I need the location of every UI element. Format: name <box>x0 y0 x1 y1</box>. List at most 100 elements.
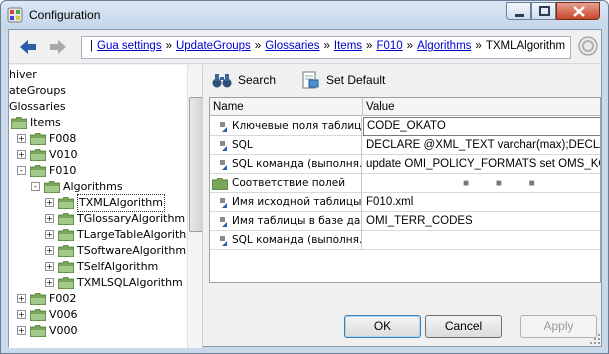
breadcrumb-item[interactable]: UpdateGroups <box>176 40 251 52</box>
folder-icon <box>30 325 46 337</box>
property-value-cell[interactable] <box>363 231 600 250</box>
forward-arrow-icon[interactable] <box>47 36 69 58</box>
tree-item[interactable]: - F010 <box>9 163 187 179</box>
expand-icon[interactable]: + <box>45 230 54 239</box>
scrollbar-thumb[interactable] <box>189 97 202 232</box>
property-value-cell[interactable]: CODE_OKATO <box>363 117 600 136</box>
breadcrumb-item[interactable]: F010 <box>376 40 402 52</box>
apply-button[interactable]: Apply <box>520 315 597 338</box>
minimize-icon <box>515 14 524 17</box>
expand-icon[interactable]: + <box>17 310 26 319</box>
expand-icon[interactable]: + <box>17 150 26 159</box>
expand-icon[interactable]: + <box>45 246 54 255</box>
minimize-button[interactable] <box>506 2 531 20</box>
tree-item-label: V006 <box>49 308 78 321</box>
property-value-cell[interactable]: DECLARE @XML_TEXT varchar(max);DECLAR… <box>363 136 600 155</box>
tree-item[interactable]: + F008 <box>9 131 187 147</box>
property-grid[interactable]: Name Value Ключевые поля таблиц… CODE_OKA… <box>209 97 601 283</box>
property-icon <box>220 122 227 132</box>
property-row[interactable]: SQL команда (выполня… update OMI_POLICY_F… <box>210 155 600 174</box>
tree-item-label: hiver <box>9 68 37 81</box>
collapse-icon[interactable]: - <box>17 166 26 175</box>
property-row[interactable]: Имя таблицы в базе да… OMI_TERR_CODES <box>210 212 600 231</box>
expand-icon[interactable]: + <box>45 198 54 207</box>
property-row[interactable]: Соответствие полей ■ ■ ■ <box>210 174 600 193</box>
folder-icon <box>58 213 74 225</box>
resize-grip-icon[interactable] <box>589 333 601 345</box>
search-button[interactable]: Search <box>212 69 282 91</box>
expand-icon[interactable]: + <box>17 134 26 143</box>
breadcrumb-item[interactable]: Glossaries <box>265 40 319 52</box>
tree-item[interactable]: + TGlossaryAlgorithm <box>9 211 187 227</box>
tree-item-label: F010 <box>49 164 77 177</box>
breadcrumb-item[interactable]: Items <box>334 40 362 52</box>
tree-item[interactable]: + TSoftwareAlgorithm <box>9 243 187 259</box>
breadcrumb-item[interactable]: Gua settings <box>97 40 162 52</box>
tree-item[interactable]: Items <box>9 115 187 131</box>
property-name-cell: SQL команда (выполня… <box>210 231 362 250</box>
property-row[interactable]: SQL DECLARE @XML_TEXT varchar(max);DECLAR… <box>210 136 600 155</box>
title-bar[interactable]: Configuration <box>1 1 608 29</box>
client-area: | Gua settings» UpdateGroups» Glossaries» It… <box>8 29 602 348</box>
tree-scrollbar[interactable] <box>187 65 202 348</box>
cancel-button[interactable]: Cancel <box>425 315 502 338</box>
tree-item[interactable]: - Algorithms <box>9 179 187 195</box>
expand-icon[interactable]: + <box>17 326 26 335</box>
tree-item[interactable]: + F002 <box>9 291 187 307</box>
breadcrumb-current: TXMLAlgorithm <box>485 40 566 52</box>
tree-item[interactable]: + TLargeTableAlgorith <box>9 227 187 243</box>
set-default-button[interactable]: Set Default <box>300 69 390 91</box>
ellipsis-indicator: ■ ■ ■ <box>463 178 547 189</box>
window-title: Configuration <box>29 8 101 22</box>
expand-icon[interactable]: + <box>45 262 54 271</box>
tree-item-label: TXMLSQLAlgorithm <box>77 276 183 289</box>
maximize-icon <box>539 6 550 16</box>
column-header-name[interactable]: Name <box>210 98 363 116</box>
tree-item[interactable]: + TSelfAlgorithm <box>9 259 187 275</box>
property-name-cell: Имя исходной таблицы… <box>210 193 362 212</box>
property-row[interactable]: Ключевые поля таблиц… CODE_OKATO <box>210 117 600 136</box>
property-icon <box>220 160 227 170</box>
close-button[interactable] <box>556 2 600 20</box>
property-value-cell[interactable]: update OMI_POLICY_FORMATS set OMS_KO… <box>363 155 600 174</box>
property-name-cell: SQL <box>210 136 362 155</box>
collapse-icon[interactable]: - <box>31 182 40 191</box>
property-name: Соответствие полей <box>232 177 346 189</box>
column-header-value[interactable]: Value <box>363 98 600 116</box>
tree-item[interactable]: ateGroups <box>9 83 187 99</box>
app-icon <box>7 7 23 23</box>
tree-item[interactable]: + TXMLAlgorithm <box>9 194 187 212</box>
property-row[interactable]: Имя исходной таблицы… F010.xml <box>210 193 600 212</box>
tree-item-label: TSelfAlgorithm <box>77 260 159 273</box>
back-arrow-icon[interactable] <box>17 36 39 58</box>
property-row[interactable]: SQL команда (выполня… <box>210 231 600 250</box>
tree-panel[interactable]: hiver ateGroups Glossaries Items + F008 + V010 -… <box>9 65 203 348</box>
expand-icon[interactable]: + <box>45 278 54 287</box>
folder-icon <box>58 277 74 289</box>
tree-item[interactable]: + V010 <box>9 147 187 163</box>
breadcrumb-separator: » <box>475 40 482 52</box>
set-default-label: Set Default <box>326 73 386 87</box>
property-value-cell[interactable]: ■ ■ ■ <box>363 174 600 193</box>
folder-icon <box>11 117 27 129</box>
grid-header: Name Value <box>210 98 600 116</box>
tree-item[interactable]: + TXMLSQLAlgorithm <box>9 275 187 291</box>
property-value-cell[interactable]: F010.xml <box>363 193 600 212</box>
address-bar[interactable]: | Gua settings» UpdateGroups» Glossaries» It… <box>81 36 571 59</box>
maximize-button[interactable] <box>531 2 556 20</box>
property-name-cell: Ключевые поля таблиц… <box>210 117 362 136</box>
tree-item-label: V000 <box>49 324 78 337</box>
tree-item[interactable]: + V000 <box>9 323 187 339</box>
tree-item[interactable]: + V006 <box>9 307 187 323</box>
tree-item[interactable]: hiver <box>9 67 187 83</box>
breadcrumb-item[interactable]: Algorithms <box>417 40 471 52</box>
navigation-bar: | Gua settings» UpdateGroups» Glossaries» It… <box>9 30 601 64</box>
expand-icon[interactable]: + <box>45 214 54 223</box>
search-label: Search <box>238 73 277 87</box>
ok-button[interactable]: OK <box>344 315 421 338</box>
property-value-cell[interactable]: OMI_TERR_CODES <box>363 212 600 231</box>
folder-icon <box>30 133 46 145</box>
tree-item[interactable]: Glossaries <box>9 99 187 115</box>
expand-icon[interactable]: + <box>17 294 26 303</box>
refresh-globe-icon[interactable] <box>577 35 599 57</box>
